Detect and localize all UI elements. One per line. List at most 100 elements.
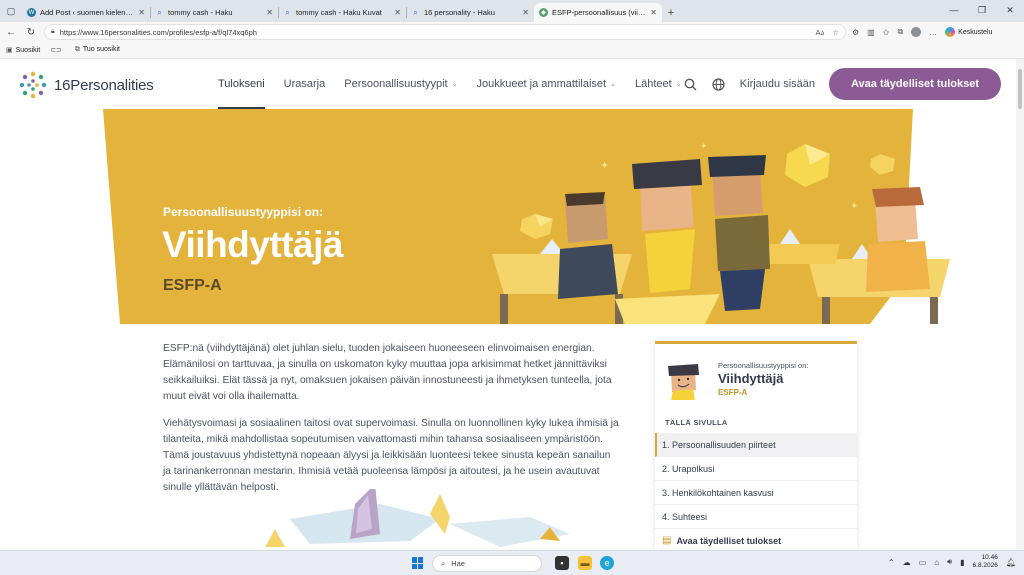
toc-label: 2. Urapolkusi	[662, 463, 715, 474]
task-view-icon[interactable]: ▪	[555, 556, 569, 570]
more-options-icon[interactable]: …	[929, 28, 937, 37]
close-tab-icon[interactable]: ✕	[522, 8, 529, 17]
clock[interactable]: 10.46 6.8.2026	[973, 554, 998, 570]
tab-title: tommy cash - Haku Kuvat	[296, 8, 382, 17]
favorite-label: Suosikit	[15, 47, 41, 54]
new-tab-icon[interactable]: +	[662, 3, 680, 22]
taskbar-search-label: Hae	[451, 559, 465, 568]
tab-1[interactable]: ⌕ tommy cash - Haku ✕	[150, 3, 278, 22]
split-screen-icon[interactable]: ▥	[867, 28, 875, 37]
unlock-results-button[interactable]: Avaa täydelliset tulokset	[829, 68, 1001, 100]
cloud-icon[interactable]: ☁	[903, 558, 911, 567]
windows-start-icon[interactable]	[412, 557, 424, 569]
close-tab-icon[interactable]: ✕	[138, 8, 145, 17]
url-field[interactable]: 🔒︎ https://www.16personalities.com/profi…	[44, 24, 846, 40]
tab-2[interactable]: ⌕ tommy cash - Haku Kuvat ✕	[278, 3, 406, 22]
windows-taskbar: ⌕ Hae ▪ ▬ e ⌃ ☁ ▭ ⌂ 🔊︎ ▮ 10.46 6.8.2026 …	[0, 550, 1024, 575]
favorite-item-suosikit[interactable]: ▣ Suosikit	[6, 46, 40, 54]
close-tab-icon[interactable]: ✕	[394, 8, 401, 17]
toc-item-traits[interactable]: 1. Persoonallisuuden piirteet	[655, 433, 857, 457]
search-icon: ⌕	[413, 7, 418, 17]
sidebar-type-code: ESFP-A	[718, 388, 748, 397]
sidebar-type-label: Persoonallisuustyyppisi on:	[718, 361, 809, 370]
tab-title: 16 personality - Haku	[424, 8, 495, 17]
clock-time: 10.46	[981, 554, 998, 561]
search-icon: ⌕	[441, 558, 446, 568]
toolbar-icons: ⚙ ▥ ✩ ⧉ … Keskustelu	[852, 27, 992, 37]
globe-icon[interactable]	[712, 77, 726, 91]
web-page: 16Personalities Tulokseni Urasarja Perso…	[0, 59, 1016, 550]
collections-icon[interactable]: ⧉	[897, 27, 903, 37]
tab-title: Add Post ‹ suomen kielen kaksi kasvoa	[40, 8, 134, 17]
scrollbar-thumb[interactable]	[1018, 69, 1022, 109]
favorite-label: Tuo suosikit	[82, 46, 120, 53]
restore-icon[interactable]: ❐	[968, 0, 996, 20]
file-explorer-icon[interactable]: ▬	[578, 556, 592, 570]
page-scrollbar[interactable]	[1016, 59, 1024, 550]
login-link[interactable]: Kirjaudu sisään	[740, 78, 815, 90]
hero-banner: ✦ ✦ ✦ ✦ ✦	[0, 109, 1016, 324]
header-actions: Kirjaudu sisään Avaa täydelliset tulokse…	[684, 68, 1001, 100]
on-this-page-heading: TÄLLÄ SIVULLA	[665, 418, 728, 427]
16p-icon: ◆	[539, 8, 548, 17]
sidebar-card: Persoonallisuustyyppisi on: Viihdyttäjä …	[655, 341, 857, 550]
nav-label: Tulokseni	[218, 78, 265, 90]
toc-item-growth[interactable]: 3. Henkilökohtainen kasvusi	[655, 481, 857, 505]
decorative-illustration	[265, 489, 570, 547]
network-icon[interactable]: ⌂	[934, 558, 939, 567]
window-controls: — ❐ ✕	[940, 0, 1024, 20]
favorite-item-collections[interactable]: ⊂⊃	[50, 46, 65, 54]
show-hidden-icons-icon[interactable]: ⌃	[888, 558, 895, 567]
sidebar-type-title: Viihdyttäjä	[718, 371, 784, 386]
minimize-icon[interactable]: —	[940, 0, 968, 20]
nav-urasarja[interactable]: Urasarja	[284, 59, 345, 109]
close-tab-icon[interactable]: ✕	[266, 8, 273, 17]
copilot-button[interactable]: Keskustelu	[945, 27, 992, 37]
nav-tulokseni[interactable]: Tulokseni	[218, 59, 284, 109]
site-logo[interactable]: 16Personalities	[18, 70, 154, 100]
close-tab-icon[interactable]: ✕	[650, 8, 657, 17]
nav-joukkueet[interactable]: Joukkueet ja ammattilaiset ⌄	[476, 59, 635, 109]
import-icon: ⧉	[74, 46, 80, 53]
close-window-icon[interactable]: ✕	[996, 0, 1024, 20]
taskbar-search[interactable]: ⌕ Hae	[432, 555, 542, 572]
chevron-down-icon: ⌄	[675, 81, 682, 88]
favorite-item-import[interactable]: ⧉ Tuo suosikit	[75, 46, 120, 54]
refresh-icon[interactable]: ↻	[24, 27, 38, 38]
tab-actions-icon[interactable]: ▢	[0, 0, 22, 22]
extensions-icon[interactable]: ⚙	[852, 28, 859, 37]
notifications-icon[interactable]: 🔔︎	[1006, 558, 1016, 567]
url-actions: Aა ☆	[815, 28, 839, 37]
svg-text:✦: ✦	[850, 201, 858, 212]
description-paragraph-2: Viehätysvoimasi ja sosiaalinen taitosi o…	[163, 418, 619, 493]
tab-title: tommy cash - Haku	[168, 8, 233, 17]
copilot-label: Keskustelu	[958, 28, 993, 36]
battery-icon[interactable]: ▮	[960, 558, 964, 567]
nav-label: Joukkueet ja ammattilaiset	[476, 78, 607, 90]
svg-text:✦: ✦	[600, 160, 609, 172]
favorites-icon[interactable]: ✩	[883, 28, 890, 37]
system-tray: ⌃ ☁ ▭ ⌂ 🔊︎ ▮ 10.46 6.8.2026 🔔︎	[888, 554, 1016, 570]
tab-0[interactable]: W Add Post ‹ suomen kielen kaksi kasvoa …	[22, 3, 150, 22]
toc-item-career[interactable]: 2. Urapolkusi	[655, 457, 857, 481]
toc-label: 4. Suhteesi	[662, 511, 708, 522]
nav-label: Urasarja	[283, 78, 326, 90]
profile-avatar-icon[interactable]	[911, 27, 922, 37]
volume-icon[interactable]: 🔊︎	[947, 557, 952, 567]
read-aloud-icon[interactable]: Aა	[815, 28, 824, 37]
favorite-star-icon[interactable]: ☆	[832, 28, 839, 37]
toc-item-unlock[interactable]: ▤ Avaa täydelliset tulokset	[655, 529, 857, 550]
tab-4-active[interactable]: ◆ ESFP-persoonallisuus (viihdyttäjä) ✕	[534, 3, 662, 22]
nav-persoonallisuustyypit[interactable]: Persoonallisuustyypit ⌄	[344, 59, 476, 109]
chevron-down-icon: ⌄	[610, 81, 616, 88]
tab-3[interactable]: ⌕ 16 personality - Haku ✕	[406, 3, 534, 22]
display-icon[interactable]: ▭	[919, 558, 927, 567]
edge-browser-icon[interactable]: e	[600, 556, 614, 570]
on-this-page-list: 1. Persoonallisuuden piirteet 2. Urapolk…	[655, 433, 857, 550]
search-icon[interactable]	[684, 77, 698, 91]
back-icon[interactable]: ←	[4, 27, 18, 38]
description-text: ESFP:nä (viihdyttäjänä) olet juhlan siel…	[163, 341, 621, 507]
toc-item-relationships[interactable]: 4. Suhteesi	[655, 505, 857, 529]
collections-icon: ⊂⊃	[50, 47, 62, 54]
lock-icon: 🔒︎	[51, 28, 55, 35]
